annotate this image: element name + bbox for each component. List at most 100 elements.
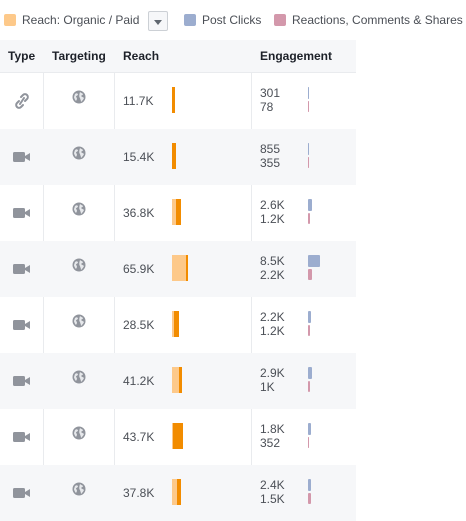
engagement-bars[interactable] [308,423,348,451]
post-clicks-value: 2.9K [260,366,285,380]
reactions-bar [308,381,310,392]
reach-dropdown-button[interactable] [148,11,168,31]
video-icon [13,205,31,221]
header-engagement[interactable]: Engagement [260,49,332,63]
reach-bar[interactable] [172,479,181,505]
post-clicks-value: 2.2K [260,310,285,324]
legend-post-clicks[interactable]: Post Clicks [184,12,261,28]
legend-reactions[interactable]: Reactions, Comments & Shares [274,12,463,28]
reactions-value: 355 [260,156,281,170]
reach-value: 36.8K [123,206,155,220]
reach-bar-paid [177,479,181,505]
reach-bar-paid [179,367,182,393]
reach-bar-organic [172,255,186,281]
table-header: Type Targeting Reach Engagement [0,40,356,73]
header-targeting[interactable]: Targeting [52,49,106,63]
reach-bar-paid [186,255,188,281]
post-clicks-bar [308,199,312,211]
engagement-bars[interactable] [308,311,348,339]
reach-bar[interactable] [172,143,176,169]
legend-reach[interactable]: Reach: Organic / Paid [4,12,139,28]
table-row[interactable]: 37.8K 2.4K 1.5K [0,465,356,521]
reach-bar[interactable] [172,87,175,113]
legend-reach-label: Reach: Organic / Paid [22,13,140,27]
posts-table: Type Targeting Reach Engagement 11.7K 301… [0,40,356,521]
reach-bar[interactable] [172,423,183,449]
table-row[interactable]: 41.2K 2.9K 1K [0,353,356,409]
reactions-bar [308,213,310,224]
post-clicks-bar [308,255,320,267]
engagement-bars[interactable] [308,143,348,171]
engagement-bars[interactable] [308,199,348,227]
globe-icon [72,146,86,160]
video-icon [13,149,31,165]
reactions-value: 1.2K [260,324,285,338]
reach-value: 65.9K [123,262,155,276]
legend-reach-swatch [4,14,16,26]
engagement-bars[interactable] [308,87,348,115]
chart-legend: Reach: Organic / Paid Post Clicks Reacti… [0,0,466,40]
reactions-bar [308,325,310,336]
reach-bar-paid [174,311,179,337]
engagement-values: 301 78 [260,86,280,114]
chevron-down-icon [154,20,162,25]
post-clicks-bar [308,367,312,379]
globe-icon [72,202,86,216]
globe-icon [72,482,86,496]
post-clicks-bar [308,87,309,99]
engagement-values: 2.4K 1.5K [260,478,285,506]
reach-bar-paid [172,143,176,169]
reactions-value: 352 [260,436,281,450]
table-row[interactable]: 36.8K 2.6K 1.2K [0,185,356,241]
post-clicks-value: 8.5K [260,254,285,268]
post-clicks-value: 855 [260,142,281,156]
reactions-bar [308,493,311,504]
reach-value: 28.5K [123,318,155,332]
video-icon [13,485,31,501]
reactions-value: 78 [260,100,274,114]
post-clicks-bar [308,479,311,491]
engagement-values: 8.5K 2.2K [260,254,285,282]
globe-icon [72,258,86,272]
reach-bar-paid [176,199,181,225]
reactions-bar [308,437,309,448]
post-clicks-bar [308,311,311,323]
reactions-value: 1.5K [260,492,285,506]
engagement-bars[interactable] [308,255,348,283]
reach-value: 11.7K [123,94,154,108]
header-type[interactable]: Type [8,49,35,63]
reach-bar[interactable] [172,311,179,337]
reach-bar[interactable] [172,255,188,281]
table-row[interactable]: 15.4K 855 355 [0,129,356,185]
table-row[interactable]: 28.5K 2.2K 1.2K [0,297,356,353]
header-reach[interactable]: Reach [123,49,159,63]
legend-reactions-label: Reactions, Comments & Shares [292,13,463,27]
table-row[interactable]: 11.7K 301 78 [0,73,356,129]
engagement-values: 2.9K 1K [260,366,285,394]
reach-value: 15.4K [123,150,155,164]
reach-value: 41.2K [123,374,155,388]
engagement-values: 1.8K 352 [260,422,285,450]
reactions-bar [308,101,309,112]
reach-bar[interactable] [172,367,182,393]
engagement-bars[interactable] [308,479,348,507]
video-icon [13,429,31,445]
reactions-value: 2.2K [260,268,285,282]
table-row[interactable]: 65.9K 8.5K 2.2K [0,241,356,297]
video-icon [13,317,31,333]
reach-bar-organic [172,367,179,393]
post-clicks-value: 2.6K [260,198,285,212]
engagement-values: 2.6K 1.2K [260,198,285,226]
table-body: 11.7K 301 78 15.4K 855 355 36.8K 2.6K 1.2K 65.9K 8… [0,73,356,521]
engagement-bars[interactable] [308,367,348,395]
post-clicks-bar [308,143,309,155]
globe-icon [72,426,86,440]
table-row[interactable]: 43.7K 1.8K 352 [0,409,356,465]
globe-icon [72,314,86,328]
reach-bar-paid [173,423,183,449]
globe-icon [72,370,86,384]
reach-bar[interactable] [172,199,181,225]
link-icon [13,93,31,109]
reactions-value: 1K [260,380,275,394]
legend-clicks-label: Post Clicks [202,13,262,27]
